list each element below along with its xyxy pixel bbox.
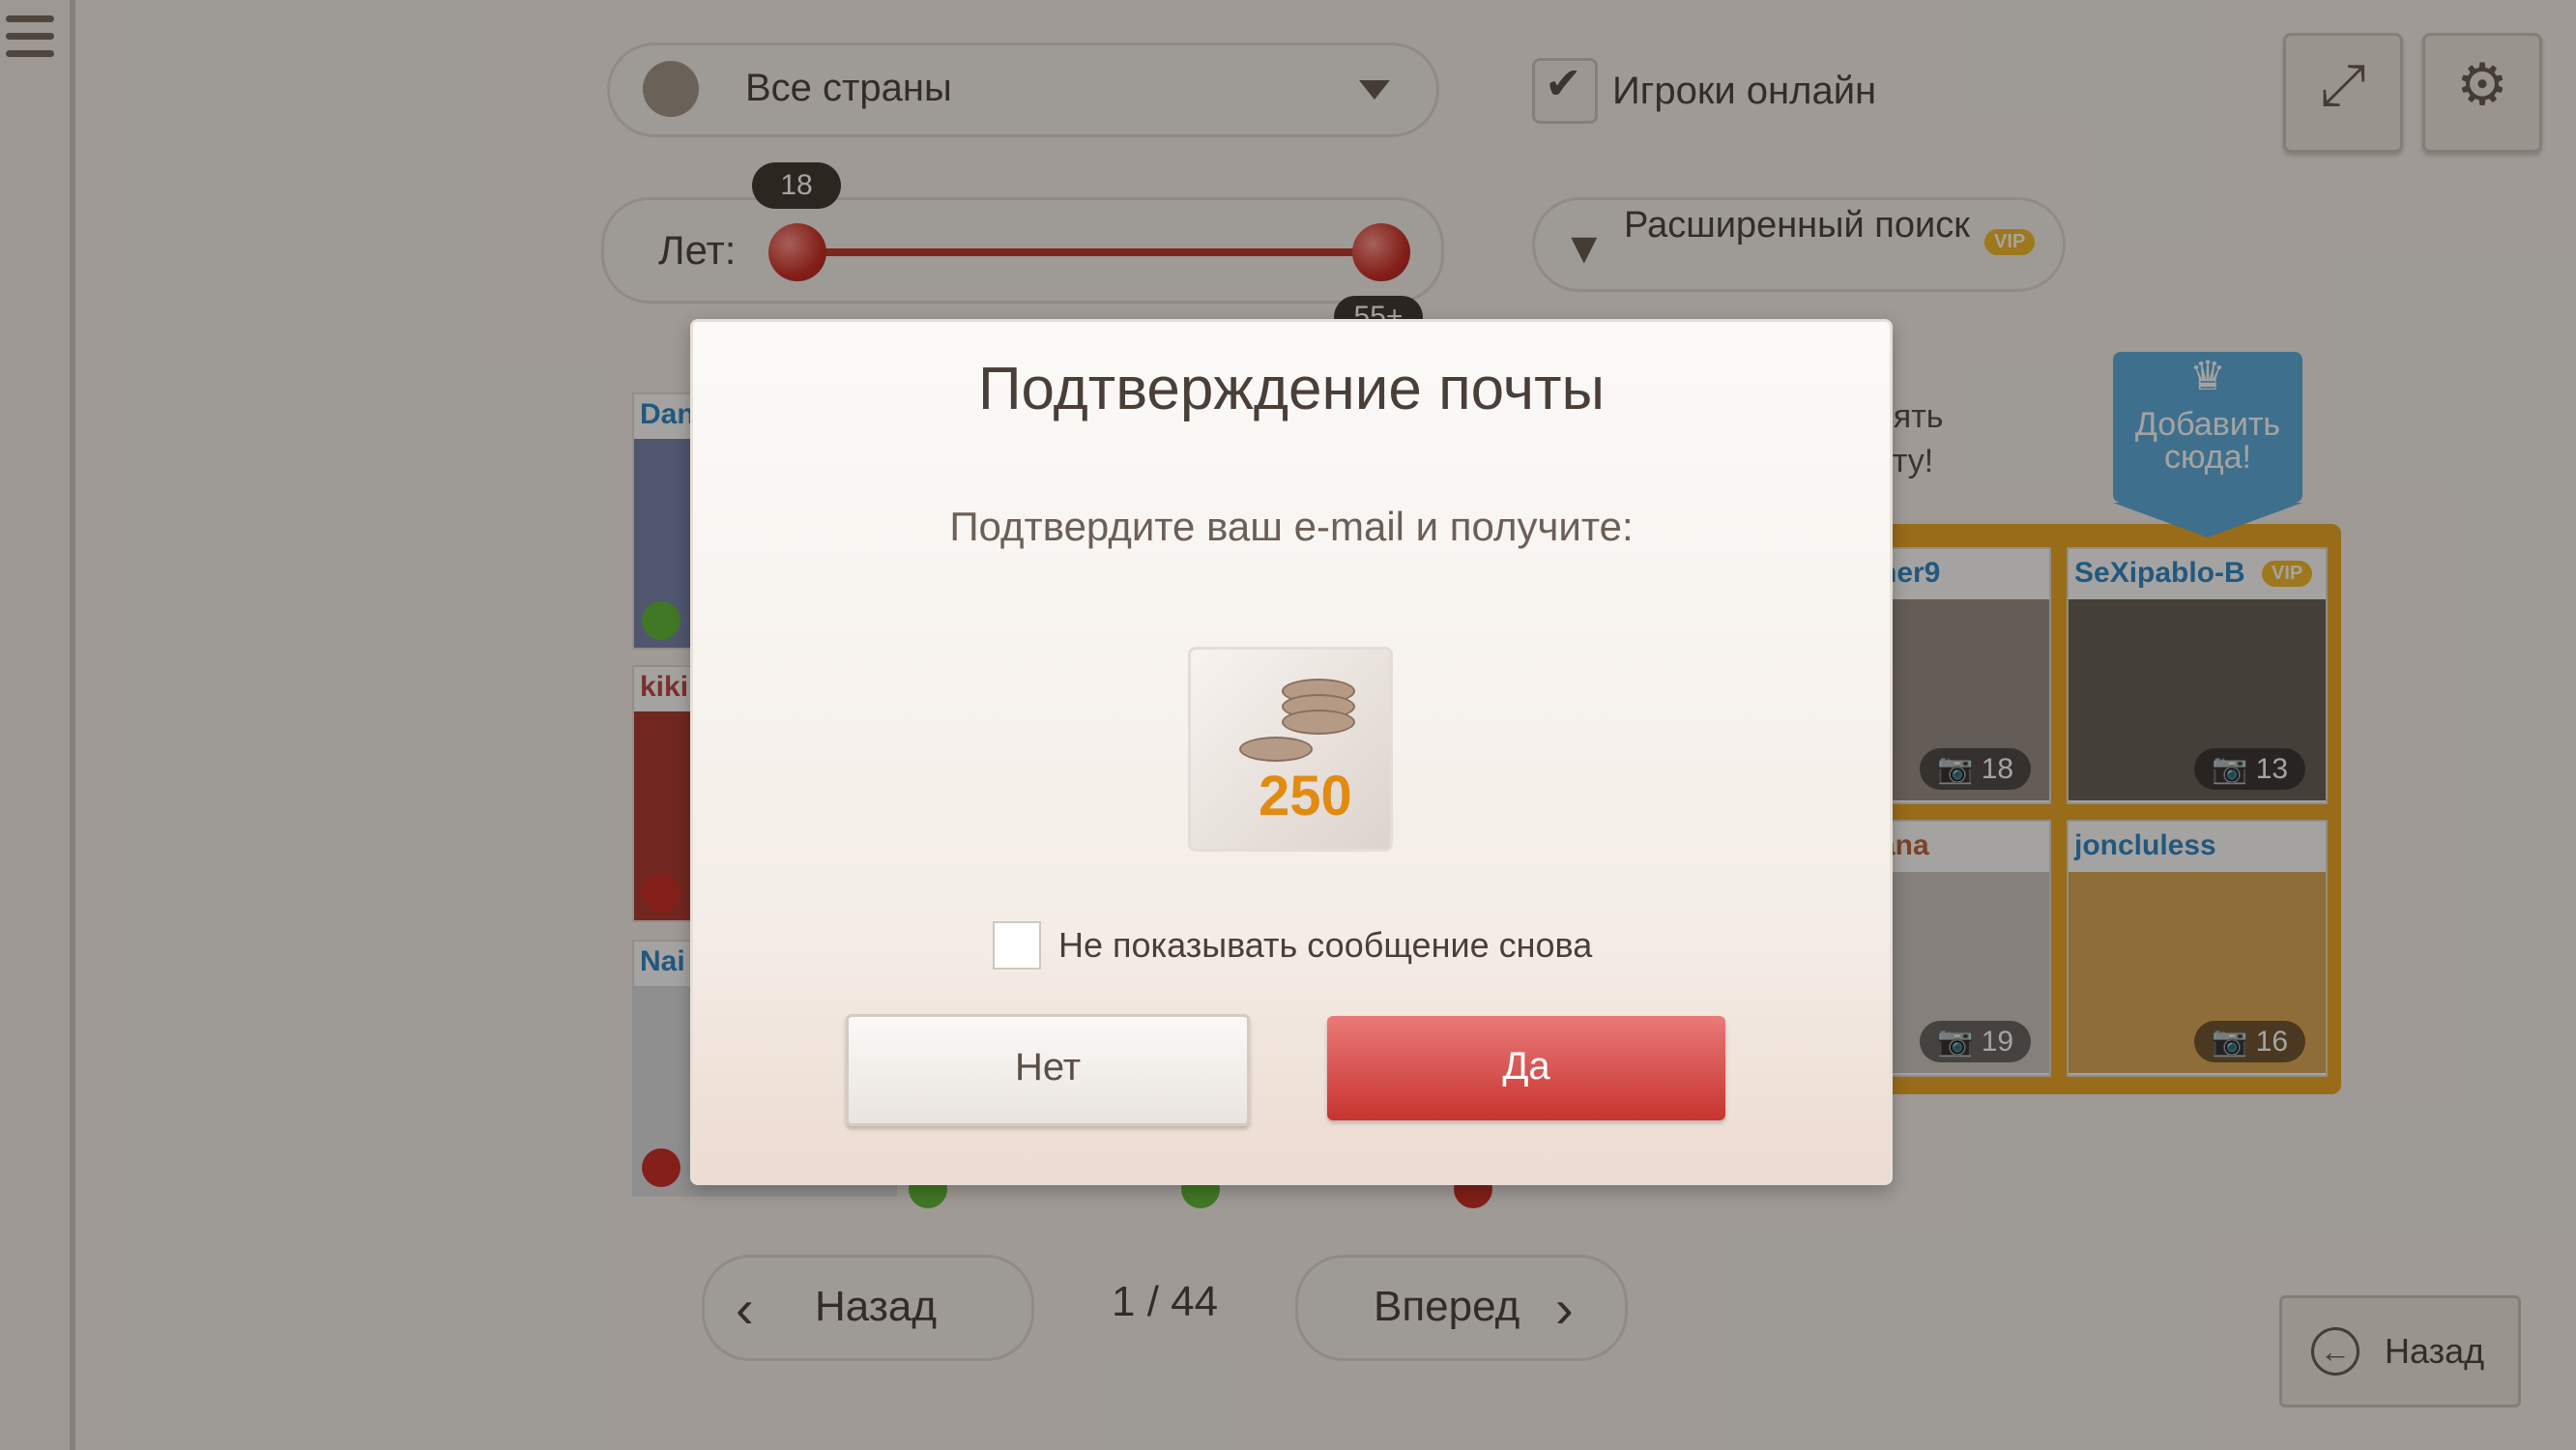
no-button[interactable]: Нет [846, 1014, 1250, 1126]
dont-show-again-label: Не показывать сообщение снова [1058, 925, 1593, 965]
email-confirm-dialog: Подтверждение почты Подтвердите ваш e-ma… [690, 319, 1893, 1185]
dont-show-again-checkbox[interactable] [993, 921, 1041, 970]
dialog-title: Подтверждение почты [977, 356, 1606, 422]
yes-button-label: Да [1502, 1045, 1550, 1088]
dialog-subtitle: Подтвердите ваш e-mail и получите: [949, 504, 1634, 549]
no-button-label: Нет [1014, 1046, 1082, 1088]
yes-button[interactable]: Да [1327, 1016, 1725, 1120]
coins-icon [1239, 679, 1355, 775]
reward-tile: 250 [1188, 647, 1393, 852]
reward-amount: 250 [1259, 765, 1352, 827]
